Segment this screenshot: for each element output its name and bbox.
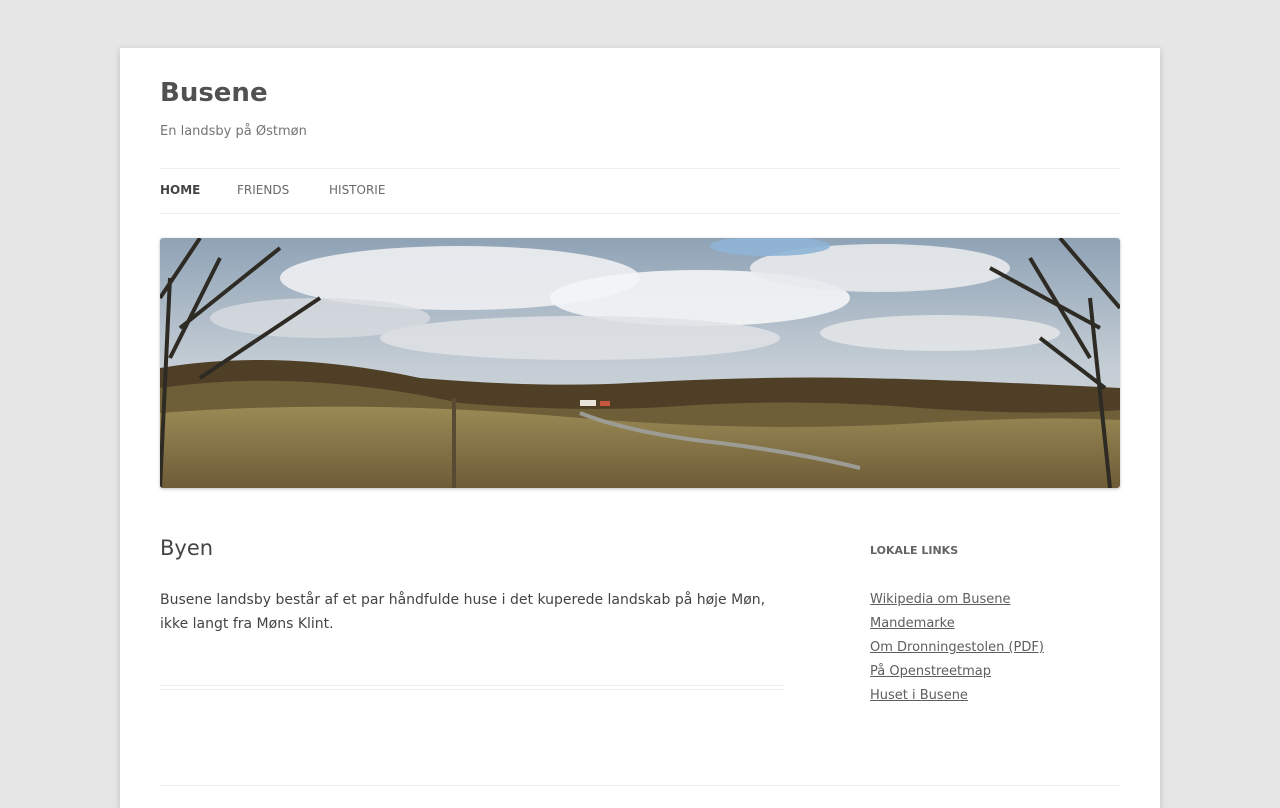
page-inner: Busene En landsby på Østmøn Home Friends… [160, 48, 1120, 808]
site-description: En landsby på Østmøn [160, 124, 307, 139]
site-title[interactable]: Busene [160, 78, 268, 108]
nav-item-friends[interactable]: Friends [237, 183, 289, 197]
post-separator [160, 685, 785, 690]
post-content: Busene landsby består af et par håndfuld… [160, 592, 766, 632]
post-title: Byen [160, 536, 214, 560]
header-image [160, 238, 1120, 488]
sidebar-link-dronningestolen[interactable]: Om Dronningestolen (PDF) [870, 640, 1044, 655]
list-item: Mandemarke [870, 612, 1044, 636]
landscape-photo [160, 238, 1120, 488]
footer-divider [160, 785, 1120, 786]
list-item: Wikipedia om Busene [870, 588, 1044, 612]
list-item: På Openstreetmap [870, 660, 1044, 684]
page-container: Busene En landsby på Østmøn Home Friends… [120, 48, 1160, 808]
sidebar-link-openstreetmap[interactable]: På Openstreetmap [870, 664, 991, 679]
list-item: Om Dronningestolen (PDF) [870, 636, 1044, 660]
sidebar-link-huset[interactable]: Huset i Busene [870, 688, 968, 703]
main-navigation: Home Friends Historie [160, 168, 1120, 214]
sidebar-link-mandemarke[interactable]: Mandemarke [870, 616, 955, 631]
sidebar-links: Wikipedia om Busene Mandemarke Om Dronni… [870, 588, 1044, 708]
nav-item-home[interactable]: Home [160, 183, 200, 197]
sidebar-link-wikipedia[interactable]: Wikipedia om Busene [870, 592, 1010, 607]
widget-title: Lokale links [870, 544, 959, 557]
nav-item-historie[interactable]: Historie [329, 183, 385, 197]
list-item: Huset i Busene [870, 684, 1044, 708]
